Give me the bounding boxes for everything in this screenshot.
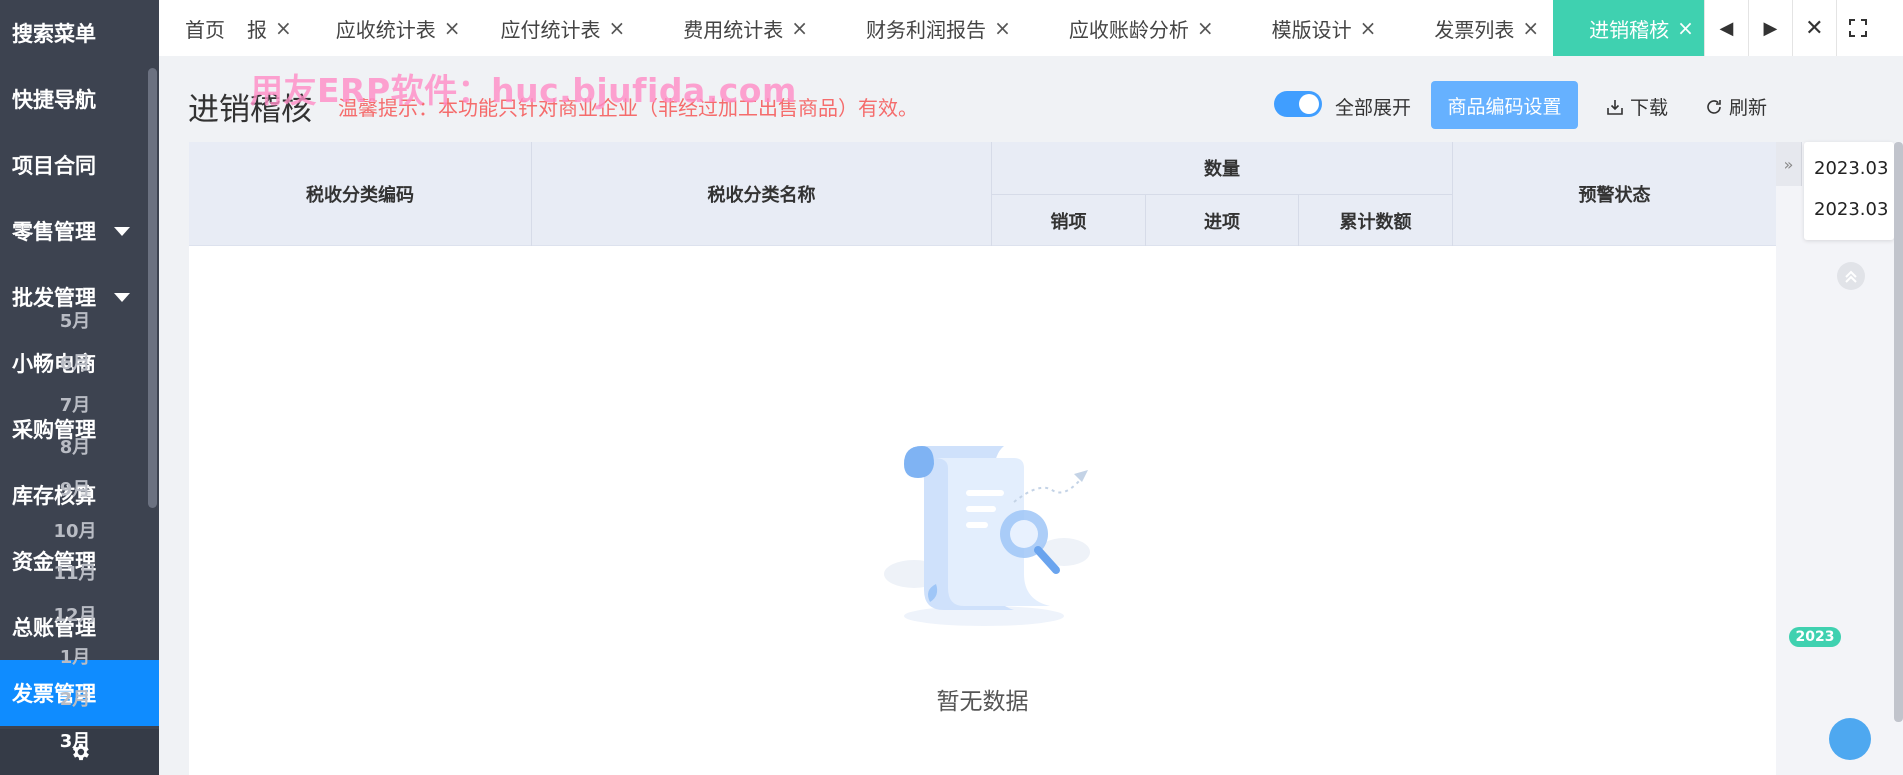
- tab-aging-analysis[interactable]: 应收账龄分析 ×: [1059, 0, 1262, 56]
- month-item[interactable]: 6月: [28, 349, 122, 375]
- month-item[interactable]: 11月: [28, 559, 122, 585]
- close-icon[interactable]: ×: [1677, 16, 1694, 40]
- close-icon[interactable]: ×: [1360, 16, 1377, 40]
- tab-label: 模版设计: [1271, 17, 1352, 42]
- toggle-knob: [1299, 94, 1319, 114]
- tab-label: 应收账龄分析: [1068, 17, 1189, 42]
- month-item[interactable]: 10月: [28, 517, 122, 543]
- tab-receivable-stats[interactable]: 应收统计表 ×: [326, 0, 491, 56]
- year-badge: 2023: [1789, 627, 1841, 647]
- audit-table: 税收分类编码 税收分类名称 数量 销项 进项 累计数额 预警状态 暂无数据: [189, 142, 1776, 775]
- fullscreen-button[interactable]: [1835, 0, 1880, 56]
- tab-payable-stats[interactable]: 应付统计表 ×: [491, 0, 674, 56]
- sidebar-item-label: 快捷导航: [12, 88, 96, 112]
- month-item-active[interactable]: 3月: [28, 727, 122, 753]
- tab-expense-stats[interactable]: 费用统计表 ×: [673, 0, 856, 56]
- tab-home[interactable]: 首页: [159, 0, 239, 56]
- close-icon[interactable]: ×: [1197, 16, 1214, 40]
- double-chevron-up-icon: [1845, 270, 1857, 283]
- date-rail: » 2023.03 2023.03: [1776, 142, 1903, 775]
- col-quantity: 数量: [992, 142, 1453, 194]
- col-warning-status: 预警状态: [1578, 185, 1651, 206]
- refresh-button[interactable]: 刷新: [1705, 93, 1767, 120]
- month-item[interactable]: 12月: [28, 601, 122, 627]
- expand-all-toggle[interactable]: [1274, 91, 1322, 117]
- collapse-rail-button[interactable]: »: [1776, 142, 1802, 186]
- watermark-text: 用友ERP软件：huc.bjufida.com: [250, 71, 797, 110]
- tab-label: 应付统计表: [500, 17, 601, 42]
- tab-bar: 首页 报 × 应收统计表 × 应付统计表 × 费用统计表 × 财务利润报告 × 应收账龄分…: [159, 0, 1903, 56]
- tab-scroll-right-button[interactable]: ▶: [1747, 0, 1792, 56]
- close-icon[interactable]: ×: [609, 16, 626, 40]
- month-item[interactable]: 2月: [28, 685, 122, 711]
- date-start[interactable]: 2023.03: [1814, 158, 1888, 179]
- close-all-tabs-button[interactable]: ✕: [1791, 0, 1836, 56]
- tab-invoice-list[interactable]: 发票列表 ×: [1424, 0, 1553, 56]
- close-icon[interactable]: ×: [994, 16, 1011, 40]
- sidebar-item-label: 项目合同: [12, 154, 96, 178]
- refresh-label: 刷新: [1729, 97, 1768, 119]
- close-icon[interactable]: ×: [791, 16, 808, 40]
- double-chevron-right-icon: »: [1783, 154, 1794, 174]
- tab-label: 进销稽核: [1589, 17, 1670, 42]
- tab-label: 首页: [185, 17, 225, 42]
- date-range-card: [1804, 142, 1894, 240]
- tab-template-design[interactable]: 模版设计 ×: [1262, 0, 1425, 56]
- month-item[interactable]: 1月: [28, 643, 122, 669]
- scroll-up-button[interactable]: [1837, 262, 1865, 290]
- caret-down-icon: [114, 226, 130, 236]
- sidebar-item-label: 搜索菜单: [12, 22, 96, 46]
- col-tax-name: 税收分类名称: [532, 142, 992, 246]
- col-cumulative: 累计数额: [1299, 194, 1453, 246]
- caret-down-icon: [114, 292, 130, 302]
- col-purchase: 进项: [1146, 194, 1299, 246]
- tab-label: 报: [247, 17, 267, 42]
- sidebar-item-quick-nav[interactable]: 快捷导航: [0, 66, 159, 132]
- active-month-indicator: [1829, 718, 1871, 760]
- empty-data-illustration: [884, 446, 1090, 626]
- tab-label: 费用统计表: [683, 17, 784, 42]
- col-tax-code: 税收分类编码: [189, 142, 532, 246]
- tab-label: 发票列表: [1434, 17, 1515, 42]
- close-icon: ✕: [1805, 15, 1824, 41]
- table-header: 税收分类编码 税收分类名称 数量 销项 进项 累计数额 预警状态: [189, 142, 1776, 246]
- close-icon[interactable]: ×: [1522, 16, 1539, 40]
- close-icon[interactable]: ×: [444, 16, 461, 40]
- product-code-settings-button[interactable]: 商品编码设置: [1431, 81, 1578, 129]
- tab-purchase-sales-audit[interactable]: 进销稽核 ×: [1553, 0, 1704, 56]
- expand-all-label: 全部展开: [1335, 97, 1412, 119]
- sidebar-scrollbar[interactable]: [148, 68, 157, 508]
- download-label: 下载: [1630, 97, 1669, 119]
- tab-report[interactable]: 报 ×: [239, 0, 326, 56]
- close-icon[interactable]: ×: [275, 16, 292, 40]
- refresh-icon: [1707, 99, 1721, 114]
- month-item[interactable]: 5月: [28, 307, 122, 333]
- date-end[interactable]: 2023.03: [1814, 199, 1888, 220]
- caret-left-icon: ◀: [1719, 17, 1734, 39]
- sidebar-item-retail[interactable]: 零售管理: [0, 198, 159, 264]
- download-icon: [1607, 99, 1623, 115]
- download-button[interactable]: 下载: [1606, 93, 1668, 120]
- tab-scroll-left-button[interactable]: ◀: [1703, 0, 1748, 56]
- month-item[interactable]: 8月: [28, 433, 122, 459]
- empty-data-text: 暂无数据: [936, 689, 1029, 715]
- sidebar-item-label: 零售管理: [12, 220, 96, 244]
- month-item[interactable]: 7月: [28, 391, 122, 417]
- sidebar-item-project-contract[interactable]: 项目合同: [0, 132, 159, 198]
- caret-right-icon: ▶: [1763, 17, 1778, 39]
- month-item[interactable]: 9月: [28, 475, 122, 501]
- tab-label: 应收统计表: [335, 17, 436, 42]
- tab-label: 财务利润报告: [866, 17, 987, 42]
- fullscreen-icon: [1849, 19, 1868, 37]
- col-sales: 销项: [992, 194, 1146, 246]
- rail-scrollbar[interactable]: [1894, 142, 1903, 722]
- sidebar-item-search-menu[interactable]: 搜索菜单: [0, 0, 159, 66]
- tab-profit-report[interactable]: 财务利润报告 ×: [856, 0, 1059, 56]
